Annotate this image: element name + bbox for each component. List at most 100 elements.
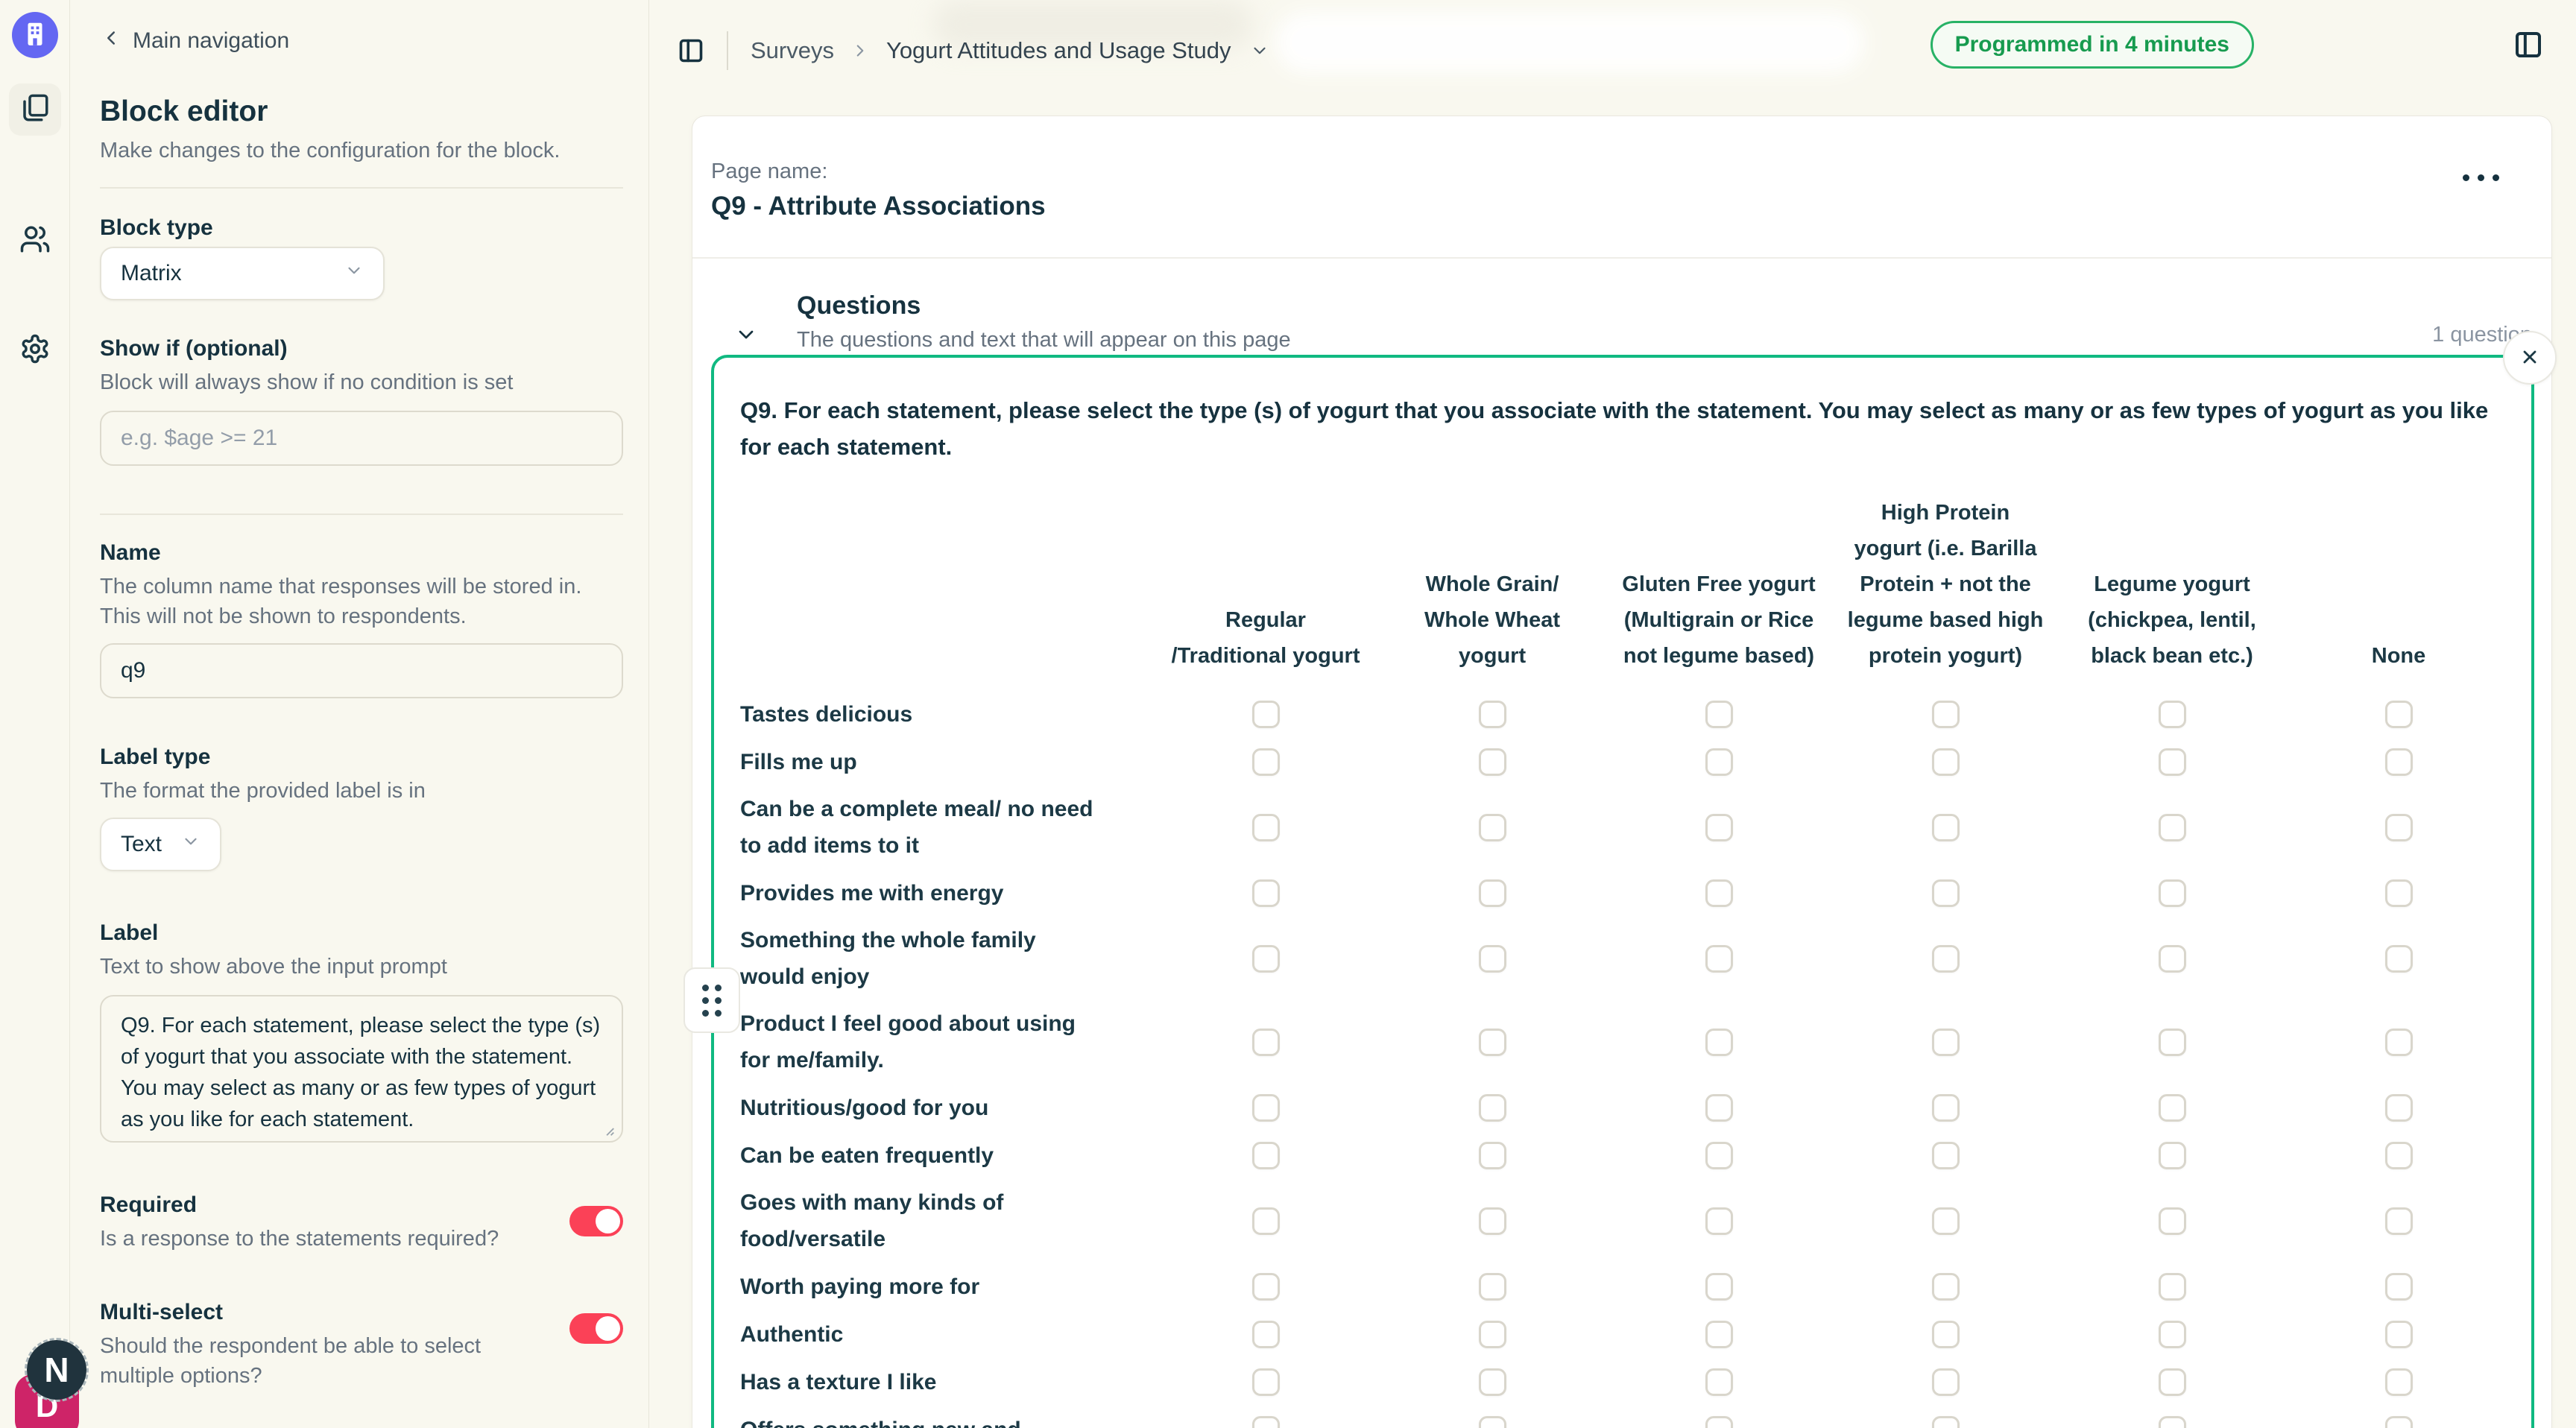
matrix-checkbox[interactable] — [2385, 1273, 2413, 1301]
rail-item-users[interactable] — [9, 215, 61, 267]
matrix-checkbox[interactable] — [1479, 1416, 1506, 1428]
required-toggle[interactable] — [569, 1206, 623, 1236]
matrix-checkbox[interactable] — [1705, 701, 1733, 728]
drag-handle[interactable] — [684, 967, 740, 1033]
matrix-checkbox[interactable] — [1932, 1207, 1960, 1235]
nextjs-dev-badge[interactable]: N — [27, 1340, 86, 1400]
multi-select-toggle[interactable] — [569, 1313, 623, 1344]
matrix-checkbox[interactable] — [1705, 1094, 1733, 1122]
matrix-checkbox[interactable] — [1932, 1094, 1960, 1122]
matrix-checkbox[interactable] — [2385, 1094, 2413, 1122]
matrix-checkbox[interactable] — [1252, 701, 1280, 728]
matrix-checkbox[interactable] — [2159, 1321, 2186, 1348]
matrix-checkbox[interactable] — [1932, 748, 1960, 776]
collapse-chevron-icon[interactable] — [734, 323, 758, 350]
matrix-checkbox[interactable] — [1705, 1142, 1733, 1169]
matrix-checkbox[interactable] — [2385, 701, 2413, 728]
matrix-checkbox[interactable] — [2159, 1273, 2186, 1301]
matrix-checkbox[interactable] — [2385, 879, 2413, 907]
matrix-checkbox[interactable] — [2159, 748, 2186, 776]
matrix-checkbox[interactable] — [1705, 1416, 1733, 1428]
matrix-checkbox[interactable] — [1252, 1416, 1280, 1428]
matrix-checkbox[interactable] — [1479, 701, 1506, 728]
matrix-checkbox[interactable] — [1705, 945, 1733, 973]
matrix-checkbox[interactable] — [1252, 879, 1280, 907]
matrix-checkbox[interactable] — [2385, 1142, 2413, 1169]
rail-item-settings[interactable] — [9, 324, 61, 376]
matrix-checkbox[interactable] — [1479, 814, 1506, 841]
matrix-checkbox[interactable] — [2385, 1029, 2413, 1056]
resize-grip-icon[interactable] — [599, 1121, 616, 1137]
matrix-checkbox[interactable] — [1252, 1368, 1280, 1396]
matrix-checkbox[interactable] — [2159, 879, 2186, 907]
matrix-checkbox[interactable] — [1479, 879, 1506, 907]
matrix-checkbox[interactable] — [2159, 1029, 2186, 1056]
matrix-checkbox[interactable] — [1932, 1321, 1960, 1348]
matrix-checkbox[interactable] — [1479, 1368, 1506, 1396]
matrix-checkbox[interactable] — [1252, 945, 1280, 973]
matrix-checkbox[interactable] — [1705, 748, 1733, 776]
matrix-checkbox[interactable] — [1932, 1368, 1960, 1396]
app-logo[interactable] — [12, 12, 58, 58]
matrix-checkbox[interactable] — [1479, 1142, 1506, 1169]
matrix-checkbox[interactable] — [1252, 1321, 1280, 1348]
matrix-checkbox[interactable] — [1932, 879, 1960, 907]
page-menu-button[interactable] — [2463, 174, 2499, 181]
matrix-checkbox[interactable] — [1932, 945, 1960, 973]
matrix-checkbox[interactable] — [1932, 1273, 1960, 1301]
matrix-checkbox[interactable] — [2385, 1207, 2413, 1235]
matrix-checkbox[interactable] — [1252, 1207, 1280, 1235]
matrix-checkbox[interactable] — [1705, 1029, 1733, 1056]
matrix-checkbox[interactable] — [2159, 701, 2186, 728]
matrix-checkbox[interactable] — [1252, 1273, 1280, 1301]
matrix-checkbox[interactable] — [1252, 1142, 1280, 1169]
matrix-checkbox[interactable] — [1705, 1207, 1733, 1235]
matrix-checkbox[interactable] — [1479, 748, 1506, 776]
matrix-checkbox[interactable] — [1932, 814, 1960, 841]
matrix-checkbox[interactable] — [1932, 1416, 1960, 1428]
matrix-checkbox[interactable] — [2385, 1416, 2413, 1428]
matrix-checkbox[interactable] — [1705, 1321, 1733, 1348]
matrix-checkbox[interactable] — [2385, 814, 2413, 841]
matrix-checkbox[interactable] — [2385, 945, 2413, 973]
matrix-checkbox[interactable] — [2159, 814, 2186, 841]
matrix-checkbox[interactable] — [1705, 879, 1733, 907]
question-block[interactable]: Q9. For each statement, please select th… — [711, 355, 2534, 1428]
panel-toggle-icon[interactable] — [678, 37, 704, 64]
back-to-main-navigation[interactable]: Main navigation — [100, 27, 623, 55]
matrix-checkbox[interactable] — [2159, 1368, 2186, 1396]
matrix-checkbox[interactable] — [2159, 1416, 2186, 1428]
matrix-checkbox[interactable] — [1932, 1142, 1960, 1169]
matrix-checkbox[interactable] — [1479, 1207, 1506, 1235]
matrix-checkbox[interactable] — [2159, 1094, 2186, 1122]
matrix-checkbox[interactable] — [2385, 748, 2413, 776]
rail-item-pages[interactable] — [9, 83, 61, 136]
matrix-checkbox[interactable] — [1479, 1029, 1506, 1056]
name-input[interactable] — [100, 643, 623, 698]
chevron-down-icon[interactable] — [1250, 41, 1269, 60]
matrix-checkbox[interactable] — [1932, 701, 1960, 728]
show-if-input[interactable] — [100, 411, 623, 466]
matrix-checkbox[interactable] — [1479, 1321, 1506, 1348]
matrix-checkbox[interactable] — [1705, 1273, 1733, 1301]
matrix-checkbox[interactable] — [1479, 945, 1506, 973]
matrix-checkbox[interactable] — [2159, 945, 2186, 973]
matrix-checkbox[interactable] — [1252, 814, 1280, 841]
panel-right-toggle-icon[interactable] — [2513, 30, 2543, 60]
breadcrumb-survey-name[interactable]: Yogurt Attitudes and Usage Study — [886, 37, 1231, 64]
matrix-checkbox[interactable] — [1705, 1368, 1733, 1396]
matrix-checkbox[interactable] — [1479, 1273, 1506, 1301]
close-question-button[interactable] — [2503, 331, 2557, 385]
matrix-checkbox[interactable] — [1932, 1029, 1960, 1056]
matrix-checkbox[interactable] — [1252, 1029, 1280, 1056]
matrix-checkbox[interactable] — [1705, 814, 1733, 841]
breadcrumb-surveys[interactable]: Surveys — [751, 37, 834, 64]
label-textarea[interactable]: Q9. For each statement, please select th… — [100, 995, 623, 1143]
matrix-checkbox[interactable] — [2159, 1142, 2186, 1169]
matrix-checkbox[interactable] — [1252, 1094, 1280, 1122]
matrix-checkbox[interactable] — [2159, 1207, 2186, 1235]
matrix-checkbox[interactable] — [2385, 1321, 2413, 1348]
matrix-checkbox[interactable] — [1479, 1094, 1506, 1122]
matrix-checkbox[interactable] — [2385, 1368, 2413, 1396]
label-type-select[interactable]: Text — [100, 818, 221, 871]
